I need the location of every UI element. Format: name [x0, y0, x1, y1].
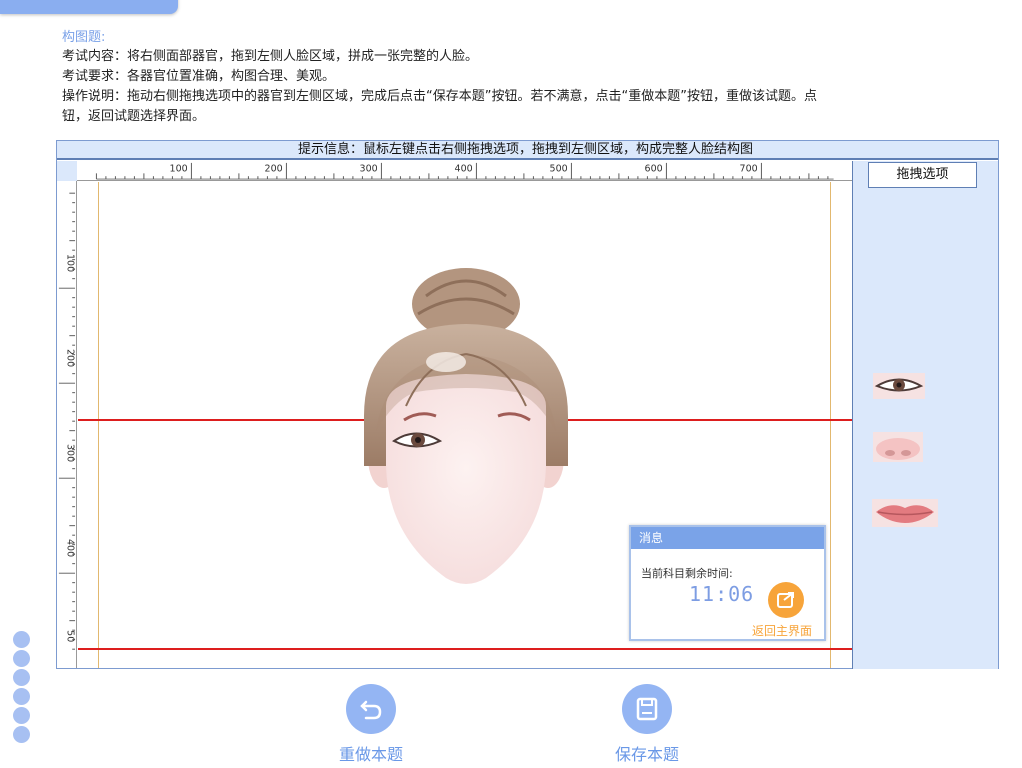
return-home-button[interactable] — [768, 582, 804, 618]
save-circle[interactable] — [622, 684, 672, 734]
horizontal-ruler: 100 200 300 400 500 600 700 — [77, 161, 853, 181]
face-canvas[interactable]: 消息 当前科目剩余时间: 11:06 返回主界面 — [78, 182, 852, 668]
message-dialog: 消息 当前科目剩余时间: 11:06 返回主界面 — [629, 525, 826, 641]
return-home-link[interactable]: 返回主界面 — [752, 622, 812, 639]
dot-2[interactable] — [13, 650, 30, 667]
dot-3[interactable] — [13, 669, 30, 686]
share-icon — [777, 592, 794, 608]
ruler-top-label-700: 700 — [740, 163, 758, 174]
question-title: 构图题: — [62, 30, 106, 45]
page-dots — [13, 631, 31, 745]
ruler-left-label-300: 300 — [64, 444, 75, 462]
ruler-top-label-600: 600 — [645, 163, 663, 174]
redo-circle[interactable] — [346, 684, 396, 734]
drag-option-eye[interactable] — [873, 373, 925, 399]
ruler-left-label-200: 200 — [64, 349, 75, 367]
message-title: 消息 — [631, 527, 824, 549]
vertical-ruler: 100 200 300 400 50 — [57, 181, 77, 668]
guide-line-bottom — [78, 648, 852, 650]
ruler-top-label-500: 500 — [550, 163, 568, 174]
composition-workspace: 提示信息：鼠标左键点击右侧拖拽选项，拖拽到左侧区域，构成完整人脸结构图 100 … — [56, 140, 999, 669]
description-line-content: 考试内容：将右侧面部器官，拖到左侧人脸区域，拼成一张完整的人脸。 — [62, 49, 479, 64]
guide-line-right — [830, 182, 831, 668]
ruler-left-label-500: 50 — [64, 630, 75, 642]
face-illustration — [364, 268, 568, 584]
guide-line-left — [98, 182, 99, 668]
save-icon — [636, 697, 658, 721]
remaining-time-label: 当前科目剩余时间: — [641, 567, 733, 580]
drag-options-title: 拖拽选项 — [868, 162, 977, 188]
dot-6[interactable] — [13, 726, 30, 743]
drag-option-nose[interactable] — [873, 432, 923, 462]
redo-label: 重做本题 — [338, 745, 403, 764]
remaining-time-value: 11:06 — [689, 582, 755, 606]
ruler-left-label-400: 400 — [64, 539, 75, 557]
dot-4[interactable] — [13, 688, 30, 705]
hint-bar: 提示信息：鼠标左键点击右侧拖拽选项，拖拽到左侧区域，构成完整人脸结构图 — [57, 141, 998, 160]
description-line-requirement: 考试要求：各器官位置准确，构图合理、美观。 — [62, 69, 336, 84]
description-line-instruction: 操作说明：拖动右侧拖拽选项中的器官到左侧区域，完成后点击“保存本题”按钮。若不满… — [62, 89, 817, 104]
dot-1[interactable] — [13, 631, 30, 648]
top-tab[interactable] — [0, 0, 178, 14]
ruler-top-label-100: 100 — [170, 163, 188, 174]
save-label: 保存本题 — [614, 745, 679, 764]
redo-button[interactable]: 重做本题 — [331, 684, 411, 765]
undo-icon — [360, 700, 382, 720]
ruler-top-label-200: 200 — [265, 163, 283, 174]
description-line-return: 钮，返回试题选择界面。 — [62, 109, 206, 124]
ruler-corner — [57, 161, 77, 181]
drag-option-mouth[interactable] — [872, 499, 938, 527]
save-button[interactable]: 保存本题 — [607, 684, 687, 765]
dot-5[interactable] — [13, 707, 30, 724]
ruler-left-label-100: 100 — [64, 254, 75, 272]
drag-options-panel: 拖拽选项 — [852, 161, 998, 669]
question-description: 考试内容：将右侧面部器官，拖到左侧人脸区域，拼成一张完整的人脸。 考试要求：各器… — [62, 47, 1022, 127]
ruler-top-label-400: 400 — [455, 163, 473, 174]
ruler-top-label-300: 300 — [360, 163, 378, 174]
face-shape — [386, 374, 546, 584]
